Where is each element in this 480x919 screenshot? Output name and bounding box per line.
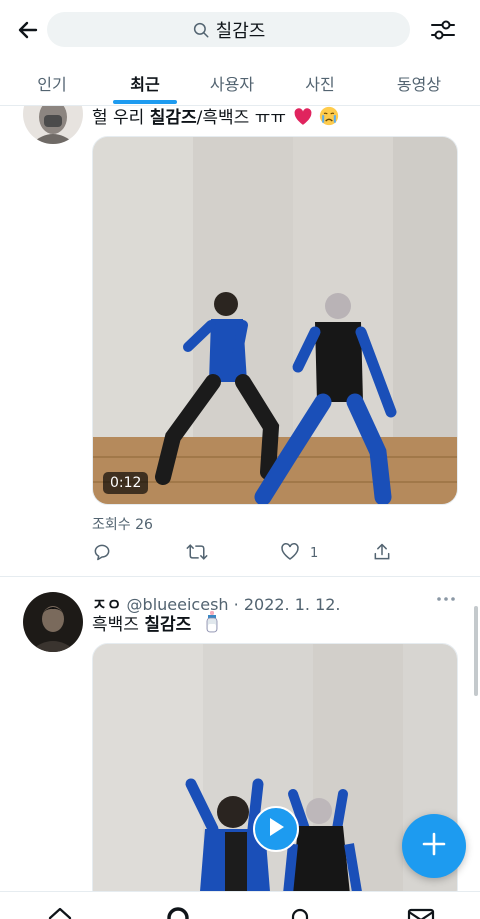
back-arrow-icon[interactable] bbox=[14, 16, 42, 44]
tab-latest[interactable]: 최근 bbox=[113, 60, 177, 105]
timeline-feed[interactable]: 헐 우리 칠감즈/흑백즈 ㅠㅠ 0:12 조회수 26 1 ㅈㅇ @blueei… bbox=[0, 106, 480, 891]
messages-icon[interactable] bbox=[407, 906, 435, 919]
plus-icon bbox=[421, 831, 447, 861]
more-options-icon[interactable] bbox=[436, 596, 456, 602]
search-input[interactable]: 칠감즈 bbox=[47, 12, 410, 47]
compose-tweet-button[interactable] bbox=[402, 814, 466, 878]
heart-outline-icon bbox=[280, 542, 300, 565]
tab-people[interactable]: 사용자 bbox=[198, 60, 266, 105]
search-tab-icon[interactable] bbox=[166, 906, 192, 919]
like-count: 1 bbox=[310, 546, 319, 561]
tweet-divider bbox=[0, 576, 480, 577]
retweet-button[interactable] bbox=[186, 542, 208, 566]
scrollbar[interactable] bbox=[474, 606, 478, 696]
tweet-video[interactable]: 0:12 bbox=[92, 136, 458, 505]
tab-top[interactable]: 인기 bbox=[20, 60, 84, 105]
top-bar: 칠감즈 bbox=[0, 0, 480, 60]
search-icon bbox=[192, 21, 210, 39]
video-duration: 0:12 bbox=[103, 472, 149, 494]
play-icon bbox=[267, 817, 285, 841]
share-button[interactable] bbox=[372, 542, 392, 566]
search-tabs: 인기 최근 사용자 사진 동영상 bbox=[0, 60, 480, 106]
like-button[interactable]: 1 bbox=[280, 542, 318, 565]
search-query-text: 칠감즈 bbox=[215, 20, 266, 42]
baby-bottle-icon bbox=[203, 611, 221, 638]
share-icon bbox=[372, 542, 392, 566]
heart-icon bbox=[293, 107, 313, 131]
tweet-date[interactable]: 2022. 1. 12. bbox=[244, 595, 341, 614]
avatar[interactable] bbox=[23, 592, 83, 652]
bottom-navigation bbox=[0, 891, 480, 919]
view-count: 조회수 26 bbox=[92, 517, 153, 533]
notifications-icon[interactable] bbox=[287, 906, 313, 919]
reply-button[interactable] bbox=[92, 542, 112, 566]
reply-icon bbox=[92, 542, 112, 566]
search-settings-icon[interactable] bbox=[428, 16, 458, 44]
crying-face-icon bbox=[319, 106, 339, 131]
video-thumbnail bbox=[93, 137, 457, 504]
tab-videos[interactable]: 동영상 bbox=[384, 60, 454, 105]
play-button[interactable] bbox=[253, 806, 299, 852]
tweet-text: 흑백즈 칠감즈 bbox=[92, 610, 221, 638]
home-icon[interactable] bbox=[47, 906, 73, 919]
tweet-text: 헐 우리 칠감즈/흑백즈 ㅠㅠ bbox=[92, 106, 339, 131]
active-tab-indicator bbox=[113, 100, 177, 104]
retweet-icon bbox=[186, 542, 208, 566]
tab-photos[interactable]: 사진 bbox=[288, 60, 352, 105]
avatar[interactable] bbox=[23, 106, 83, 144]
